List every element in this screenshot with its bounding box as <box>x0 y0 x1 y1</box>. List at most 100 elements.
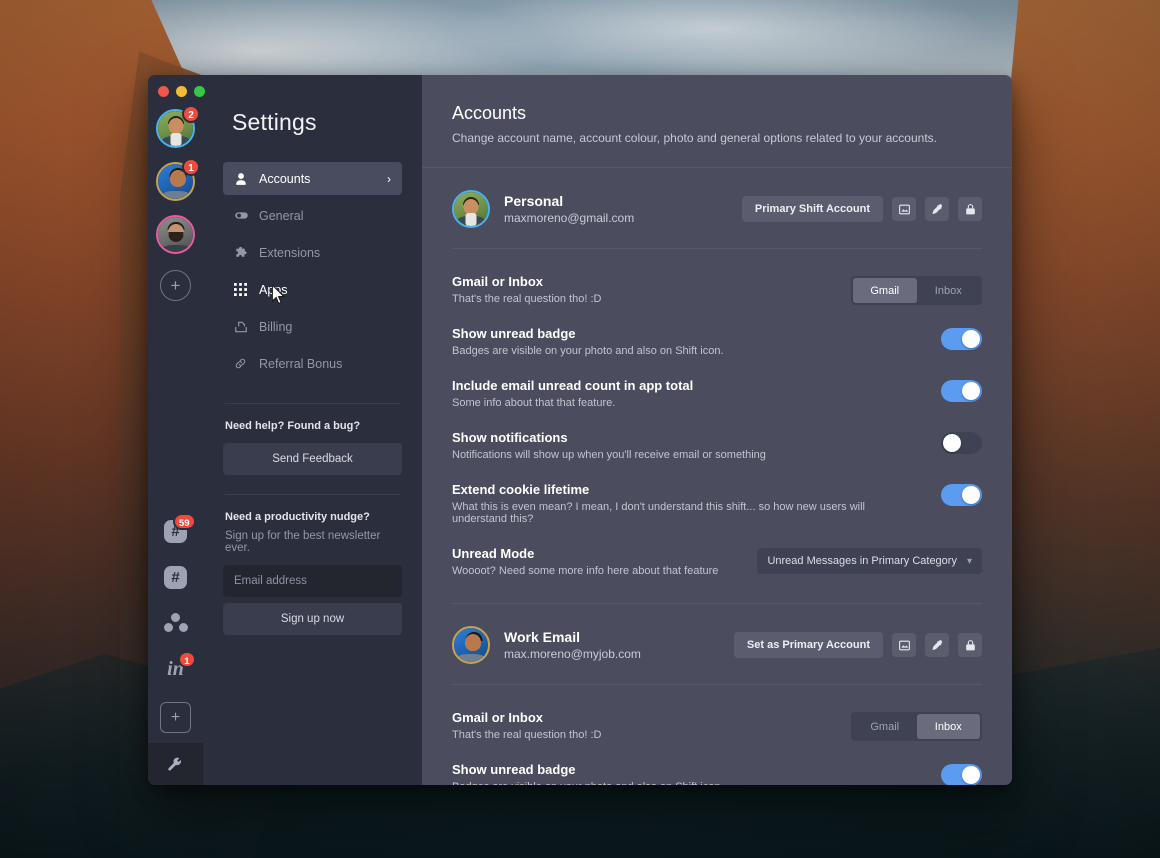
row-control <box>941 326 982 350</box>
row-control: Gmail Inbox <box>851 274 982 305</box>
row-title: Show unread badge <box>452 762 576 777</box>
toggle-show-unread-badge[interactable] <box>941 328 982 350</box>
segmented-control-gmail-inbox[interactable]: Gmail Inbox <box>851 712 982 741</box>
toggle-icon <box>234 208 254 223</box>
account-actions: Set as Primary Account <box>733 632 982 658</box>
primary-account-button[interactable]: Primary Shift Account <box>741 196 883 222</box>
row-text: Include email unread count in app total … <box>452 378 941 409</box>
account-actions: Primary Shift Account <box>741 196 982 222</box>
segment-gmail[interactable]: Gmail <box>853 714 917 739</box>
row-text: Show unread badge Badges are visible on … <box>452 762 941 785</box>
puzzle-icon <box>234 246 254 260</box>
row-text: Show unread badge Badges are visible on … <box>452 326 941 357</box>
avatar[interactable] <box>452 626 490 664</box>
set-primary-account-button[interactable]: Set as Primary Account <box>733 632 883 658</box>
account-email: maxmoreno@gmail.com <box>504 211 635 225</box>
setting-row-show-unread-badge: Show unread badge Badges are visible on … <box>452 751 982 785</box>
row-title: Extend cookie lifetime <box>452 482 590 497</box>
photo-icon-button[interactable] <box>892 633 916 657</box>
minimize-button[interactable] <box>176 86 187 97</box>
asana-icon <box>163 613 188 633</box>
lock-icon-button[interactable] <box>958 197 982 221</box>
add-app-button[interactable]: + <box>160 702 191 733</box>
lock-icon <box>965 203 975 214</box>
row-control: Unread Messages in Primary Category ▾ <box>757 546 982 574</box>
select-value: Unread Messages in Primary Category <box>767 555 957 567</box>
account-section-work-email: Work Email max.moreno@myjob.com Set as P… <box>422 604 1012 785</box>
sidebar-item-referral-bonus[interactable]: Referral Bonus <box>223 347 402 380</box>
dock-account-2[interactable]: 1 <box>156 158 200 201</box>
avatar[interactable] <box>452 190 490 228</box>
newsletter-heading: Need a productivity nudge? <box>225 511 370 523</box>
segment-inbox[interactable]: Inbox <box>917 278 981 303</box>
dock-account-1[interactable]: 2 <box>156 105 200 148</box>
toggle-extend-cookie-lifetime[interactable] <box>941 484 982 506</box>
sidebar-item-general[interactable]: General <box>223 199 402 232</box>
signup-button[interactable]: Sign up now <box>223 603 402 635</box>
row-title: Show notifications <box>452 430 568 445</box>
segment-inbox[interactable]: Inbox <box>916 714 980 739</box>
avatar <box>156 215 195 254</box>
unread-badge: 2 <box>182 105 200 123</box>
account-name: Work Email <box>504 629 580 645</box>
grid-icon <box>234 283 254 296</box>
row-title: Show unread badge <box>452 326 576 341</box>
slack-icon: # <box>164 565 187 589</box>
setting-row-show-notifications: Show notifications Notifications will sh… <box>452 419 982 471</box>
close-button[interactable] <box>158 86 169 97</box>
window-traffic-lights <box>158 75 205 97</box>
account-section-personal: Personal maxmoreno@gmail.com Primary Shi… <box>422 168 1012 593</box>
toggle-include-unread-count[interactable] <box>941 380 982 402</box>
unread-badge: 59 <box>172 513 196 530</box>
avatar-photo <box>454 192 488 226</box>
row-description: What this is even mean? I mean, I don't … <box>452 501 865 525</box>
photo-icon <box>898 640 910 650</box>
sidebar-item-apps[interactable]: Apps <box>223 273 402 306</box>
row-title: Unread Mode <box>452 546 535 561</box>
row-control: Gmail Inbox <box>851 710 982 741</box>
content-subtitle: Change account name, account colour, pho… <box>452 131 937 145</box>
row-text: Show notifications Notifications will sh… <box>452 430 941 461</box>
sidebar-item-extensions[interactable]: Extensions <box>223 236 402 269</box>
billing-icon <box>234 320 254 334</box>
sidebar-item-label: Apps <box>259 282 288 297</box>
row-text: Gmail or Inbox That's the real question … <box>452 274 851 305</box>
email-input[interactable] <box>223 565 402 597</box>
row-text: Gmail or Inbox That's the real question … <box>452 710 851 741</box>
segmented-control-gmail-inbox[interactable]: Gmail Inbox <box>851 276 982 305</box>
row-control <box>941 762 982 785</box>
setting-row-extend-cookie-lifetime: Extend cookie lifetime What this is even… <box>452 471 982 535</box>
account-header: Personal maxmoreno@gmail.com Primary Shi… <box>452 168 982 249</box>
dock-app-asana[interactable] <box>163 610 189 636</box>
newsletter-subtext: Sign up for the best newsletter ever. <box>225 530 381 554</box>
unread-mode-select[interactable]: Unread Messages in Primary Category ▾ <box>757 548 982 574</box>
account-header: Work Email max.moreno@myjob.com Set as P… <box>452 604 982 685</box>
sidebar-item-billing[interactable]: Billing <box>223 310 402 343</box>
photo-icon-button[interactable] <box>892 197 916 221</box>
row-description: Badges are visible on your photo and als… <box>452 345 724 357</box>
row-description: Woooot? Need some more info here about t… <box>452 565 719 577</box>
account-email: max.moreno@myjob.com <box>504 647 641 661</box>
toggle-show-notifications[interactable] <box>941 432 982 454</box>
dock-settings-button[interactable] <box>148 743 203 785</box>
eyedropper-icon-button[interactable] <box>925 197 949 221</box>
page-title: Settings <box>232 109 317 135</box>
dock-app-slack-2[interactable]: # <box>163 564 189 590</box>
eyedropper-icon-button[interactable] <box>925 633 949 657</box>
avatar-photo <box>158 217 193 252</box>
lock-icon-button[interactable] <box>958 633 982 657</box>
send-feedback-button[interactable]: Send Feedback <box>223 443 402 475</box>
segment-gmail[interactable]: Gmail <box>853 278 917 303</box>
dock-app-invision[interactable]: in 1 <box>163 651 196 682</box>
eyedropper-icon <box>931 639 942 650</box>
maximize-button[interactable] <box>194 86 205 97</box>
add-account-button[interactable]: + <box>160 270 191 301</box>
toggle-show-unread-badge[interactable] <box>941 764 982 785</box>
row-text: Extend cookie lifetime What this is even… <box>452 482 941 525</box>
sidebar-item-label: Referral Bonus <box>259 356 343 371</box>
account-meta: Work Email max.moreno@myjob.com <box>504 629 641 661</box>
sidebar-item-accounts[interactable]: Accounts › <box>223 162 402 195</box>
dock-account-3[interactable] <box>156 215 195 254</box>
row-title: Include email unread count in app total <box>452 378 694 393</box>
dock-app-slack[interactable]: # 59 <box>163 513 196 544</box>
